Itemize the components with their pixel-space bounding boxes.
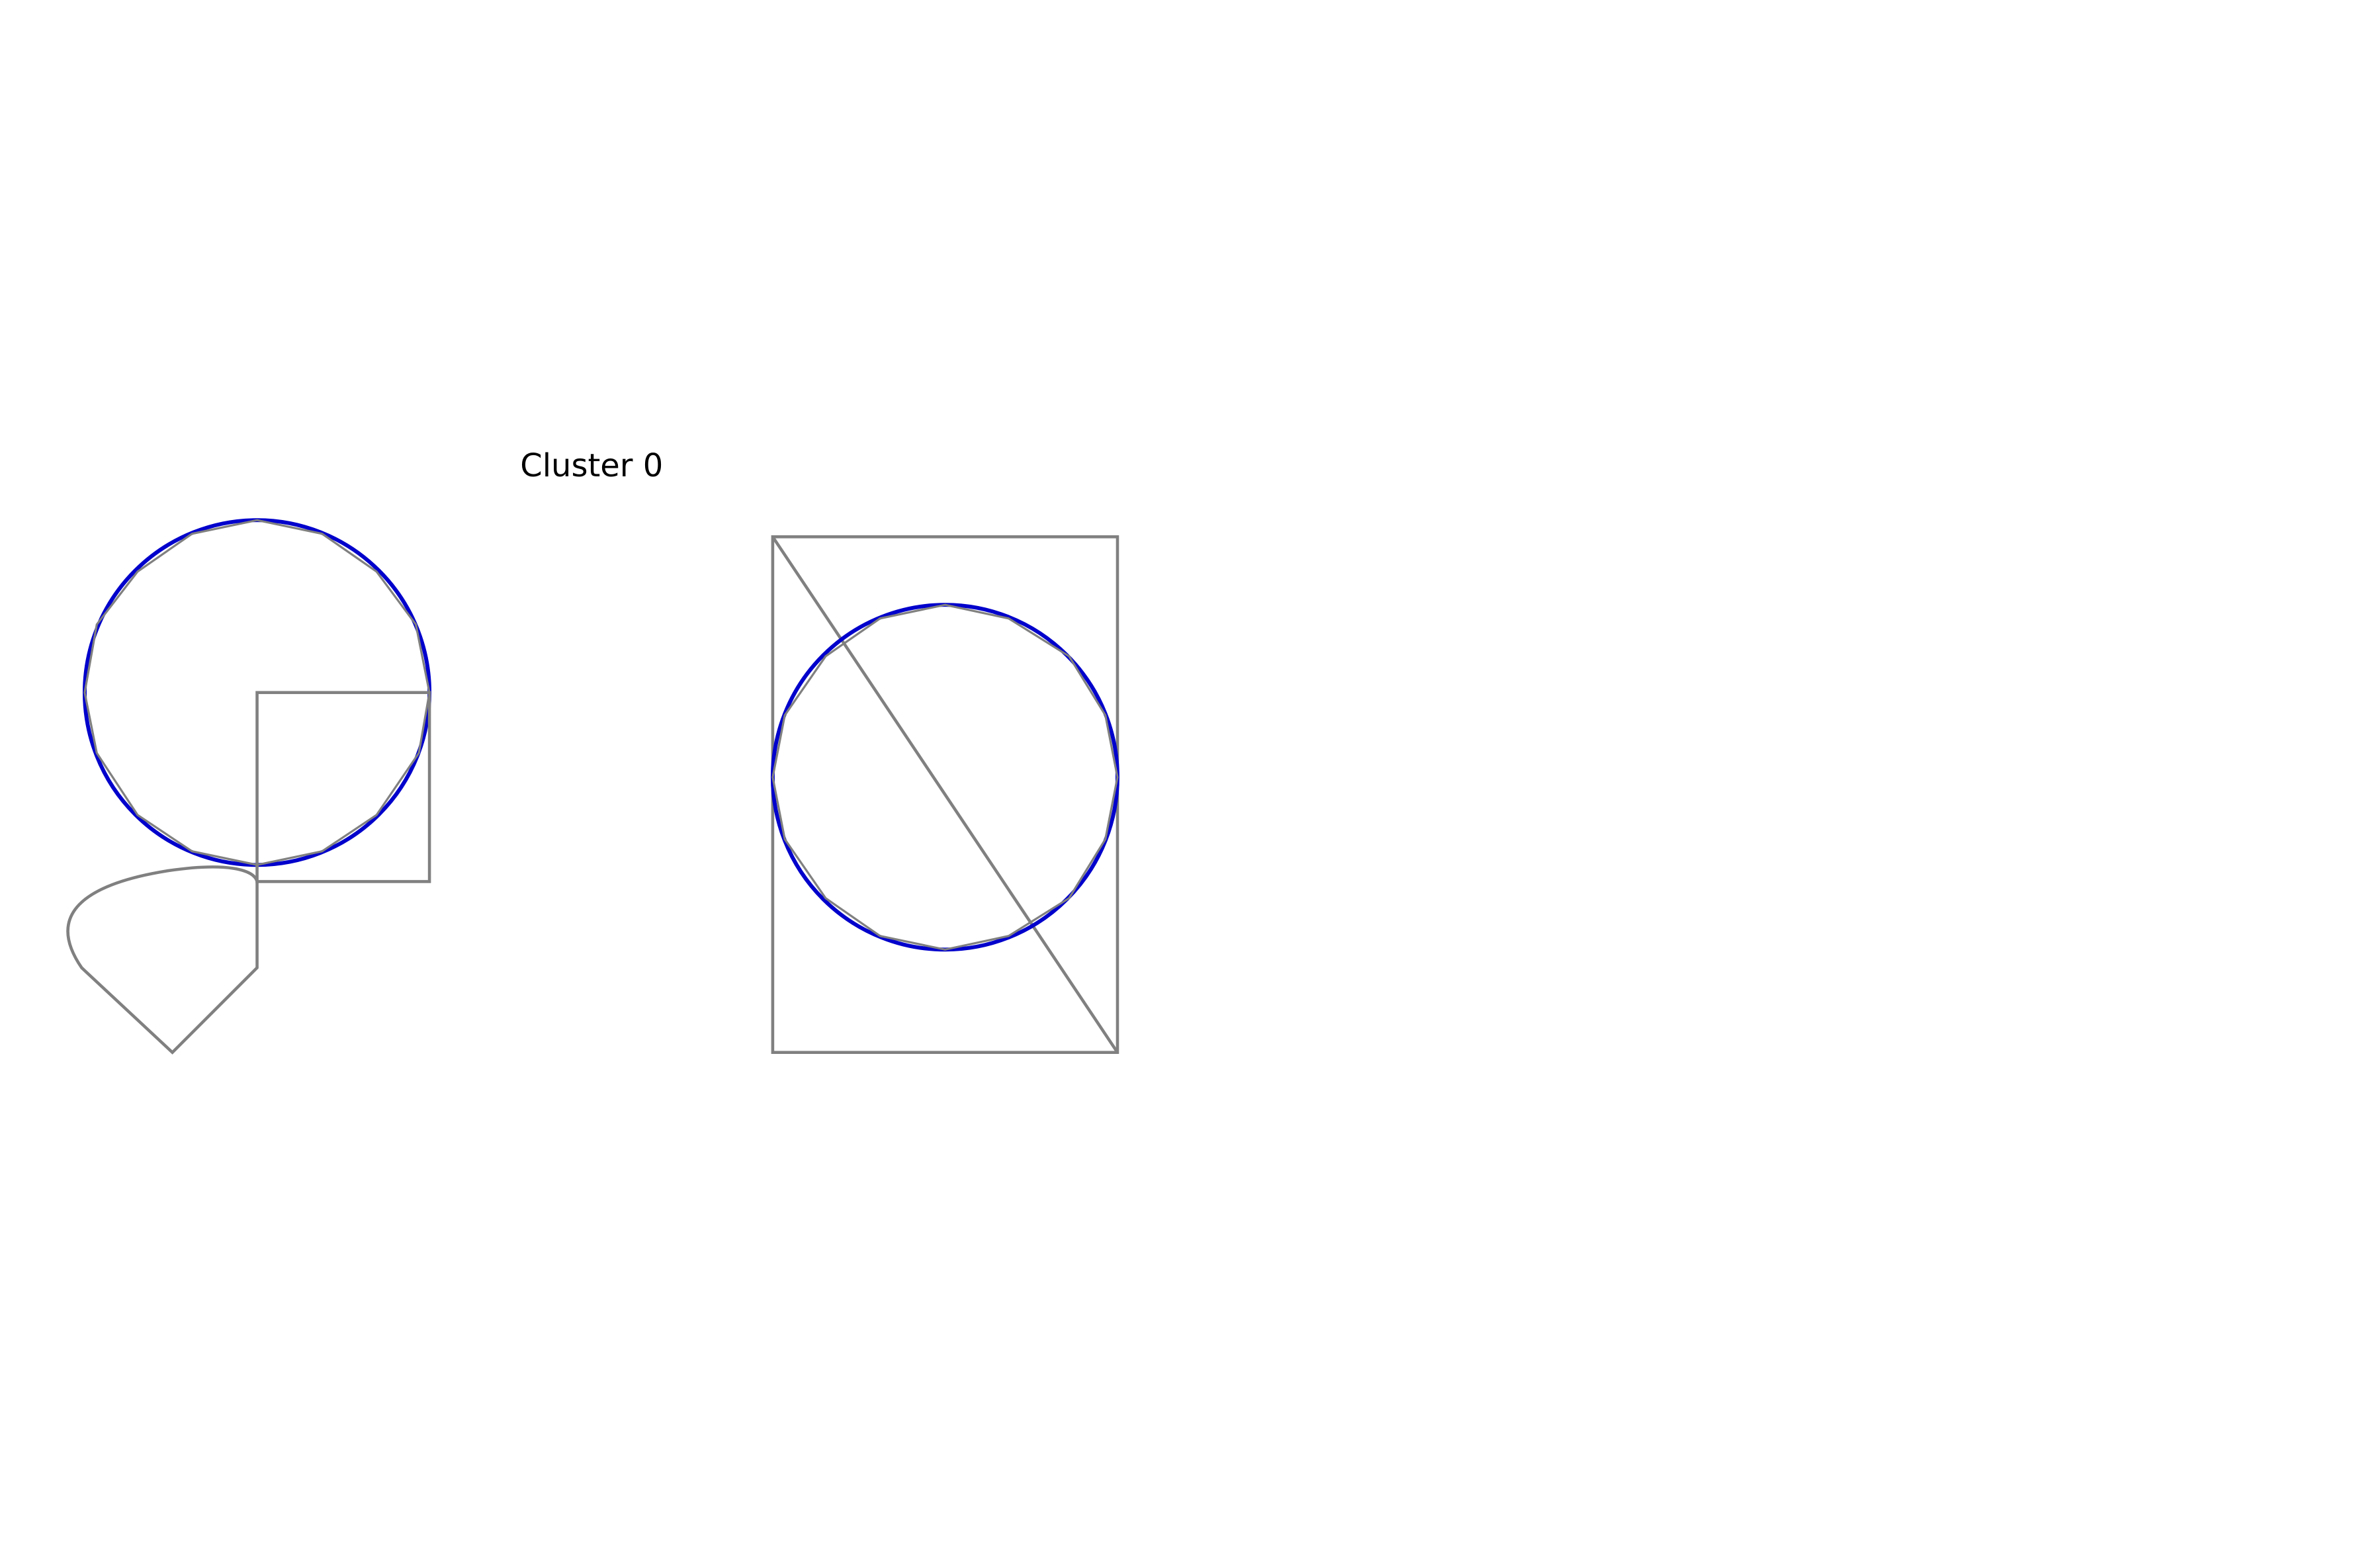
sketch-1	[66, 518, 432, 1055]
sketch-2-diagonal	[771, 536, 1119, 1053]
cluster-diagram: Cluster 0	[66, 447, 1119, 1055]
drawing-canvas: Cluster 0	[0, 0, 2362, 1568]
sketch-1-square	[255, 691, 431, 883]
cluster-title: Cluster 0	[520, 447, 663, 484]
sketch-1-teardrop	[66, 865, 259, 1055]
sketch-2	[770, 535, 1119, 1054]
